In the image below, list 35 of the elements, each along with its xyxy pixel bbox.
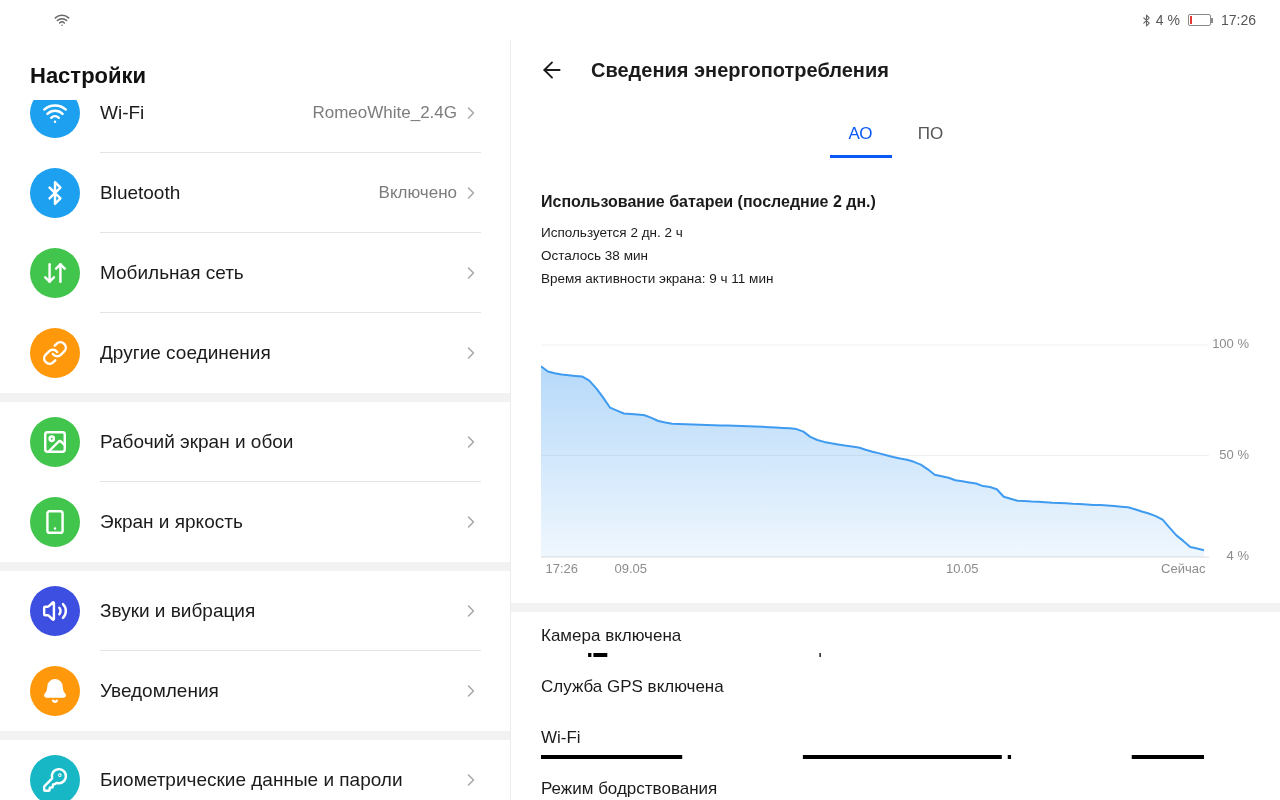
x-axis-label: 09.05: [614, 561, 648, 577]
setting-value: RomeoWhite_2.4G: [312, 101, 457, 124]
y-axis-label: 100 %: [1212, 336, 1249, 352]
wifi-icon: [54, 12, 70, 28]
settings-item[interactable]: Bluetooth: [100, 181, 181, 204]
activity-label: Служба GPS включена: [541, 676, 725, 698]
battery-icon: [1187, 14, 1213, 26]
settings-item[interactable]: Уведомления: [100, 680, 219, 702]
activity-label: Wi-Fi: [541, 727, 582, 749]
y-axis-label: 4 %: [1226, 548, 1249, 564]
settings-item[interactable]: Другие соединения: [100, 342, 271, 364]
settings-item[interactable]: Wi-Fi: [100, 101, 145, 124]
usage-stat: Время активности экрана: 9 ч 11 мин: [541, 270, 775, 288]
activity-label: Режим бодрствования: [541, 778, 719, 800]
settings-item[interactable]: Экран и яркость: [100, 511, 243, 533]
usage-stat: Используется 2 дн. 2 ч: [541, 224, 684, 242]
settings-item[interactable]: Рабочий экран и обои: [100, 430, 294, 453]
settings-item[interactable]: Биометрические данные и пароли: [100, 769, 403, 791]
activity-bar: [1007, 755, 1012, 759]
x-axis-label: 10.05: [946, 561, 979, 577]
clock: 17:26: [1220, 10, 1256, 30]
usage-heading: Использование батареи (последние 2 дн.): [541, 192, 877, 212]
settings-item[interactable]: Мобильная сеть: [100, 261, 244, 284]
usage-stat: Осталось 38 мин: [541, 247, 649, 265]
tab[interactable]: ПО: [899, 112, 962, 158]
settings-item[interactable]: Звуки и вибрация: [100, 599, 256, 622]
y-axis-label: 50 %: [1219, 446, 1249, 462]
battery-percent: 4 %: [1155, 10, 1180, 30]
tab[interactable]: АО: [829, 112, 892, 158]
activity-label: Камера включена: [541, 625, 683, 647]
x-axis-label: Сейчас: [1161, 561, 1206, 577]
page-title: Сведения энергопотребления: [591, 58, 889, 83]
settings-title: Настройки: [30, 61, 147, 90]
setting-value: Включено: [378, 181, 457, 204]
x-axis-label: 17:26: [545, 561, 578, 577]
